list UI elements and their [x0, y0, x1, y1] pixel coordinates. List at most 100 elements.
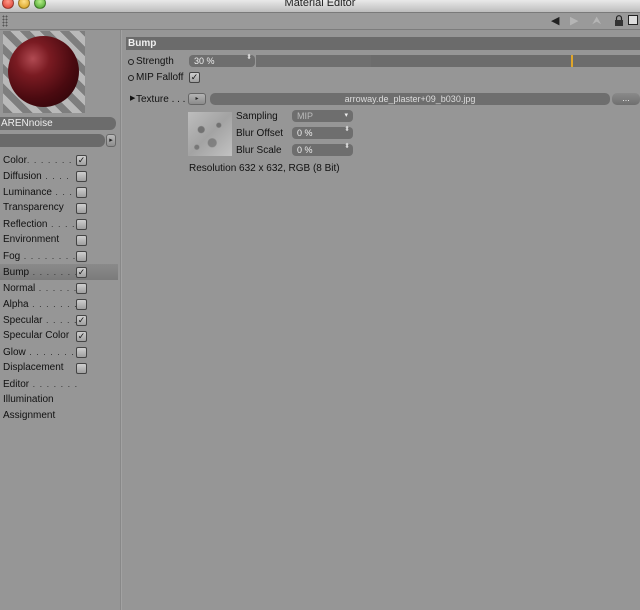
sampling-label: Sampling: [236, 111, 278, 122]
channel-label: Bump: [3, 267, 30, 278]
blur-scale-label: Blur Scale: [236, 145, 282, 156]
title-bar: Material Editor: [0, 0, 640, 13]
channel-item-illumination[interactable]: Illumination: [0, 392, 118, 408]
mip-falloff-animate-icon[interactable]: [128, 75, 134, 81]
channel-item-fog[interactable]: Fog . . . . . . . . .: [0, 248, 118, 264]
channel-label: Color: [3, 155, 27, 166]
channel-checkbox[interactable]: [76, 251, 87, 262]
texture-resolution: Resolution 632 x 632, RGB (8 Bit): [189, 163, 340, 174]
channel-item-specular-color[interactable]: Specular Color ✓: [0, 328, 118, 344]
blur-offset-field[interactable]: 0 % ⬍: [292, 126, 353, 139]
channel-checkbox[interactable]: [76, 235, 87, 246]
arrow-up-icon[interactable]: ⮝: [592, 15, 601, 27]
channel-checkbox[interactable]: ✓: [76, 155, 87, 166]
channel-item-luminance[interactable]: Luminance . . .: [0, 184, 118, 200]
texture-browse-button[interactable]: ...: [612, 93, 640, 105]
channel-checkbox[interactable]: [76, 347, 87, 358]
strength-label: Strength: [136, 56, 174, 67]
channel-item-environment[interactable]: Environment: [0, 232, 118, 248]
blur-offset-label: Blur Offset: [236, 128, 284, 139]
section-header: Bump: [126, 37, 640, 50]
lock-icon[interactable]: [614, 15, 624, 26]
channel-list: Color. . . . . . . ✓ Diffusion . . . . Lumi…: [0, 152, 118, 424]
texture-label: Texture . . .: [136, 94, 186, 105]
mip-falloff-label: MIP Falloff: [136, 72, 184, 83]
strength-slider-handle[interactable]: [571, 55, 573, 67]
channel-item-reflection[interactable]: Reflection . . . .: [0, 216, 118, 232]
window-title: Material Editor: [284, 0, 356, 9]
arrow-right-icon[interactable]: ▶: [570, 15, 578, 27]
blur-scale-value: 0 %: [297, 145, 313, 155]
channel-sidebar: ARENnoise ▸ Color. . . . . . . ✓ Diffusion…: [0, 30, 120, 610]
channel-item-displacement[interactable]: Displacement: [0, 360, 118, 376]
channel-leader-dots: . . .: [51, 187, 73, 197]
texture-menu-button[interactable]: ▸: [188, 93, 206, 105]
toolbar: ◀ ▶ ⮝: [0, 13, 640, 30]
material-field-button[interactable]: ▸: [106, 134, 116, 147]
blur-offset-spinner-icon[interactable]: ⬍: [344, 126, 350, 133]
channel-label: Reflection: [3, 219, 48, 230]
strength-slider[interactable]: [256, 55, 640, 67]
channel-item-color[interactable]: Color. . . . . . . ✓: [0, 152, 118, 168]
channel-label: Editor: [3, 379, 30, 390]
channel-leader-dots: . . . . . . .: [29, 267, 79, 277]
channel-item-editor[interactable]: Editor . . . . . . .: [0, 376, 118, 392]
channel-item-transparency[interactable]: Transparency: [0, 200, 118, 216]
channel-label: Glow: [3, 347, 26, 358]
channel-label: Specular: [3, 315, 43, 326]
checkmark-icon: ✓: [190, 72, 199, 82]
channel-checkbox[interactable]: ✓: [76, 331, 87, 342]
grip-icon[interactable]: [2, 15, 8, 27]
channel-item-assignment[interactable]: Assignment: [0, 408, 118, 424]
texture-expand-icon[interactable]: ▶: [130, 94, 135, 102]
texture-path-field[interactable]: arroway.de_plaster+09_b030.jpg: [210, 93, 610, 105]
channel-item-diffusion[interactable]: Diffusion . . . .: [0, 168, 118, 184]
channel-label: Assignment: [3, 410, 56, 421]
strength-slider-fill: [256, 55, 371, 67]
blur-scale-field[interactable]: 0 % ⬍: [292, 143, 353, 156]
material-preview[interactable]: [3, 31, 85, 113]
channel-leader-dots: . . . .: [47, 219, 76, 229]
strength-animate-icon[interactable]: [128, 59, 134, 65]
channel-checkbox[interactable]: [76, 171, 87, 182]
sampling-dropdown[interactable]: MIP ▾: [292, 110, 353, 122]
texture-thumbnail[interactable]: [188, 112, 232, 156]
channel-item-bump[interactable]: Bump . . . . . . . ✓: [0, 264, 118, 280]
channel-checkbox[interactable]: [76, 299, 87, 310]
channel-checkbox[interactable]: ✓: [76, 267, 87, 278]
channel-leader-dots: . . . .: [41, 171, 70, 181]
channel-item-alpha[interactable]: Alpha . . . . . . .: [0, 296, 118, 312]
channel-label: Alpha: [3, 299, 29, 310]
channel-checkbox[interactable]: ✓: [76, 315, 87, 326]
channel-item-normal[interactable]: Normal . . . . . .: [0, 280, 118, 296]
channel-leader-dots: . . . . . .: [35, 283, 78, 293]
channel-item-glow[interactable]: Glow . . . . . . . .: [0, 344, 118, 360]
mip-falloff-checkbox[interactable]: ✓: [189, 72, 200, 83]
channel-label: Fog: [3, 251, 21, 262]
channel-item-specular[interactable]: Specular . . . . . ✓: [0, 312, 118, 328]
channel-leader-dots: . . . . . . . . .: [20, 251, 84, 261]
channel-checkbox[interactable]: [76, 363, 87, 374]
channel-checkbox[interactable]: [76, 187, 87, 198]
new-window-icon[interactable]: [628, 15, 638, 25]
material-field[interactable]: [0, 134, 105, 147]
material-name[interactable]: ARENnoise: [0, 117, 116, 130]
channel-label: Displacement: [3, 362, 64, 373]
channel-leader-dots: . . . . . . .: [28, 299, 78, 309]
channel-label: Normal: [3, 283, 36, 294]
arrow-left-icon[interactable]: ◀: [551, 15, 559, 27]
sampling-value: MIP: [297, 111, 314, 121]
channel-checkbox[interactable]: [76, 203, 87, 214]
channel-checkbox[interactable]: [76, 283, 87, 294]
channel-leader-dots: . . . . . . . .: [25, 347, 82, 357]
blur-scale-spinner-icon[interactable]: ⬍: [344, 143, 350, 150]
channel-leader-dots: . . . . . . .: [29, 379, 79, 389]
channel-label: Specular Color: [3, 330, 70, 341]
channel-checkbox[interactable]: [76, 219, 87, 230]
strength-spinner-icon[interactable]: ⬍: [246, 54, 252, 61]
strength-value: 30 %: [194, 56, 215, 66]
strength-field[interactable]: 30 % ⬍: [189, 54, 255, 67]
channel-label: Illumination: [3, 394, 54, 405]
channel-leader-dots: . . . . . . .: [26, 155, 73, 165]
channel-label: Transparency: [3, 202, 64, 213]
